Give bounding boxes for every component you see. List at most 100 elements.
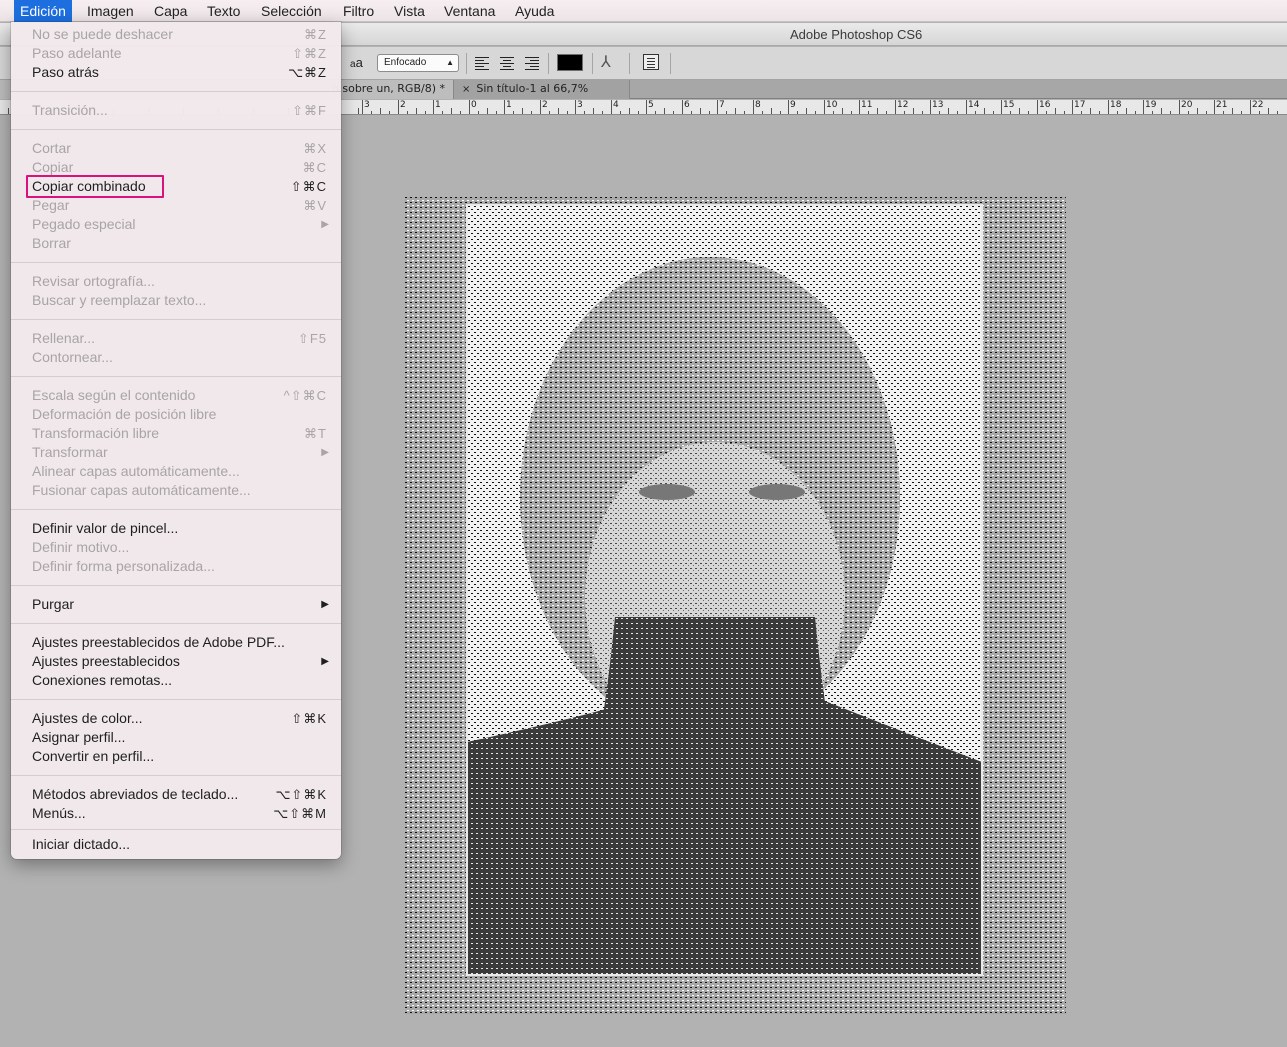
ruler-minor-tick (851, 111, 852, 114)
menu-item-transicion[interactable]: Transición... ⇧⌘F (11, 101, 341, 120)
menu-item-pegar[interactable]: Pegar ⌘V (11, 196, 341, 215)
menu-item-convertir-en-perfil[interactable]: Convertir en perfil... (11, 747, 341, 766)
menu-item-label: Definir motivo... (32, 539, 130, 555)
menu-vista[interactable]: Vista (388, 0, 431, 22)
ruler-minor-tick (8, 108, 9, 114)
ruler-label: 8 (755, 100, 761, 110)
menu-item-shortcut: ^⇧⌘C (283, 388, 327, 403)
ruler-minor-tick (797, 111, 798, 114)
menu-item-metodos-abreviados-de-teclado[interactable]: Métodos abreviados de teclado... ⌥⇧⌘K (11, 785, 341, 804)
menu-item-label: Escala según el contenido (32, 387, 196, 403)
menu-imagen[interactable]: Imagen (81, 0, 140, 22)
menu-seleccion[interactable]: Selección (255, 0, 328, 22)
menu-item-definir-motivo[interactable]: Definir motivo... (11, 538, 341, 557)
ruler-minor-tick (1090, 108, 1091, 114)
text-color-swatch[interactable] (557, 54, 583, 71)
menu-item-copiar-combinado[interactable]: Copiar combinado ⇧⌘C (11, 177, 341, 196)
ruler-label: 0 (471, 100, 477, 110)
menu-item-alinear-capas-automaticamente[interactable]: Alinear capas automáticamente... (11, 462, 341, 481)
menu-item-escala-segun-el-contenido[interactable]: Escala según el contenido ^⇧⌘C (11, 386, 341, 405)
ruler-minor-tick (496, 111, 497, 114)
ruler-label: 20 (1181, 100, 1193, 110)
menu-item-shortcut: ⌥⇧⌘K (275, 787, 327, 802)
menu-separator (11, 376, 341, 377)
ruler-minor-tick (1188, 111, 1189, 114)
menu-ventana[interactable]: Ventana (438, 0, 501, 22)
ruler-tick (859, 100, 860, 114)
menu-item-definir-valor-de-pincel[interactable]: Definir valor de pincel... (11, 519, 341, 538)
menu-item-deformacion-de-posicion-libre[interactable]: Deformación de posición libre (11, 405, 341, 424)
align-center-icon[interactable] (499, 55, 515, 71)
menu-item-paso-adelante[interactable]: Paso adelante ⇧⌘Z (11, 44, 341, 63)
menu-item-rellenar[interactable]: Rellenar... ⇧F5 (11, 329, 341, 348)
ruler-tick (966, 100, 967, 114)
ruler-minor-tick (531, 111, 532, 114)
menu-item-iniciar-dictado[interactable]: Iniciar dictado... (11, 835, 341, 854)
menu-item-no-se-puede-deshacer[interactable]: No se puede deshacer ⌘Z (11, 25, 341, 44)
menu-filtro[interactable]: Filtro (337, 0, 380, 22)
align-left-icon[interactable] (475, 55, 491, 71)
ruler-minor-tick (620, 111, 621, 114)
ruler-minor-tick (1268, 108, 1269, 114)
menu-item-copiar[interactable]: Copiar ⌘C (11, 158, 341, 177)
menu-item-menus[interactable]: Menús... ⌥⇧⌘M (11, 804, 341, 823)
ruler-tick (398, 100, 399, 114)
ruler-tick (646, 100, 647, 114)
menu-item-transformacion-libre[interactable]: Transformación libre ⌘T (11, 424, 341, 443)
character-panel-icon[interactable] (643, 54, 659, 70)
ruler-label: 1 (506, 100, 512, 110)
menu-item-revisar-ortografia[interactable]: Revisar ortografía... (11, 272, 341, 291)
ruler-minor-tick (815, 111, 816, 114)
menu-edicion[interactable]: Edición (14, 0, 72, 22)
menu-item-label: Ajustes de color... (32, 710, 143, 726)
close-icon[interactable]: × (462, 84, 470, 95)
menu-separator (11, 585, 341, 586)
ruler-label: 4 (613, 100, 619, 110)
ruler-label: 9 (790, 100, 796, 110)
menu-item-shortcut: ⌘T (304, 426, 327, 441)
ruler-label: 7 (719, 100, 725, 110)
menu-item-asignar-perfil[interactable]: Asignar perfil... (11, 728, 341, 747)
menu-item-purgar[interactable]: Purgar ▶ (11, 595, 341, 614)
warp-text-icon[interactable]: ⅄ (601, 52, 611, 72)
ruler-minor-tick (664, 108, 665, 114)
menu-item-ajustes-de-color[interactable]: Ajustes de color... ⇧⌘K (11, 709, 341, 728)
align-right-icon[interactable] (523, 55, 539, 71)
menu-item-cortar[interactable]: Cortar ⌘X (11, 139, 341, 158)
ruler-label: 14 (968, 100, 980, 110)
menu-item-pegado-especial[interactable]: Pegado especial ▶ (11, 215, 341, 234)
menu-item-conexiones-remotas[interactable]: Conexiones remotas... (11, 671, 341, 690)
menu-item-borrar[interactable]: Borrar (11, 234, 341, 253)
menu-item-paso-atras[interactable]: Paso atrás ⌥⌘Z (11, 63, 341, 82)
ruler-tick (1250, 100, 1251, 114)
ruler-minor-tick (886, 111, 887, 114)
menu-item-shortcut: ⌘C (302, 160, 327, 175)
menu-item-definir-forma-personalizada[interactable]: Definir forma personalizada... (11, 557, 341, 576)
ruler-tick (469, 100, 470, 114)
ruler-minor-tick (1170, 111, 1171, 114)
tab-document-2[interactable]: ×Sin título-1 al 66,7% (RGB/8) (454, 80, 630, 114)
antialias-select[interactable]: Enfocado ▲ (377, 54, 459, 72)
menu-item-buscar-y-reemplazar-texto[interactable]: Buscar y reemplazar texto... (11, 291, 341, 310)
menu-texto[interactable]: Texto (201, 0, 246, 22)
ruler-tick (1001, 100, 1002, 114)
ruler-minor-tick (993, 111, 994, 114)
ruler-label: 3 (364, 100, 370, 110)
menu-ayuda[interactable]: Ayuda (509, 0, 560, 22)
divider (548, 53, 549, 74)
menu-item-fusionar-capas-automaticamente[interactable]: Fusionar capas automáticamente... (11, 481, 341, 500)
document-canvas[interactable] (405, 197, 1066, 1014)
menu-item-contornear[interactable]: Contornear... (11, 348, 341, 367)
ruler-minor-tick (1099, 111, 1100, 114)
ruler-minor-tick (416, 108, 417, 114)
menu-item-ajustes-preestablecidos[interactable]: Ajustes preestablecidos ▶ (11, 652, 341, 671)
ruler-label: 16 (1039, 100, 1051, 110)
ruler-label: 3 (577, 100, 583, 110)
ruler-minor-tick (1117, 111, 1118, 114)
ruler-tick (611, 100, 612, 114)
menu-capa[interactable]: Capa (148, 0, 193, 22)
ruler-minor-tick (975, 111, 976, 114)
menu-item-shortcut: ⇧⌘Z (292, 46, 327, 61)
menu-item-transformar[interactable]: Transformar ▶ (11, 443, 341, 462)
menu-item-ajustes-preestablecidos-de-adobe-pdf[interactable]: Ajustes preestablecidos de Adobe PDF... (11, 633, 341, 652)
